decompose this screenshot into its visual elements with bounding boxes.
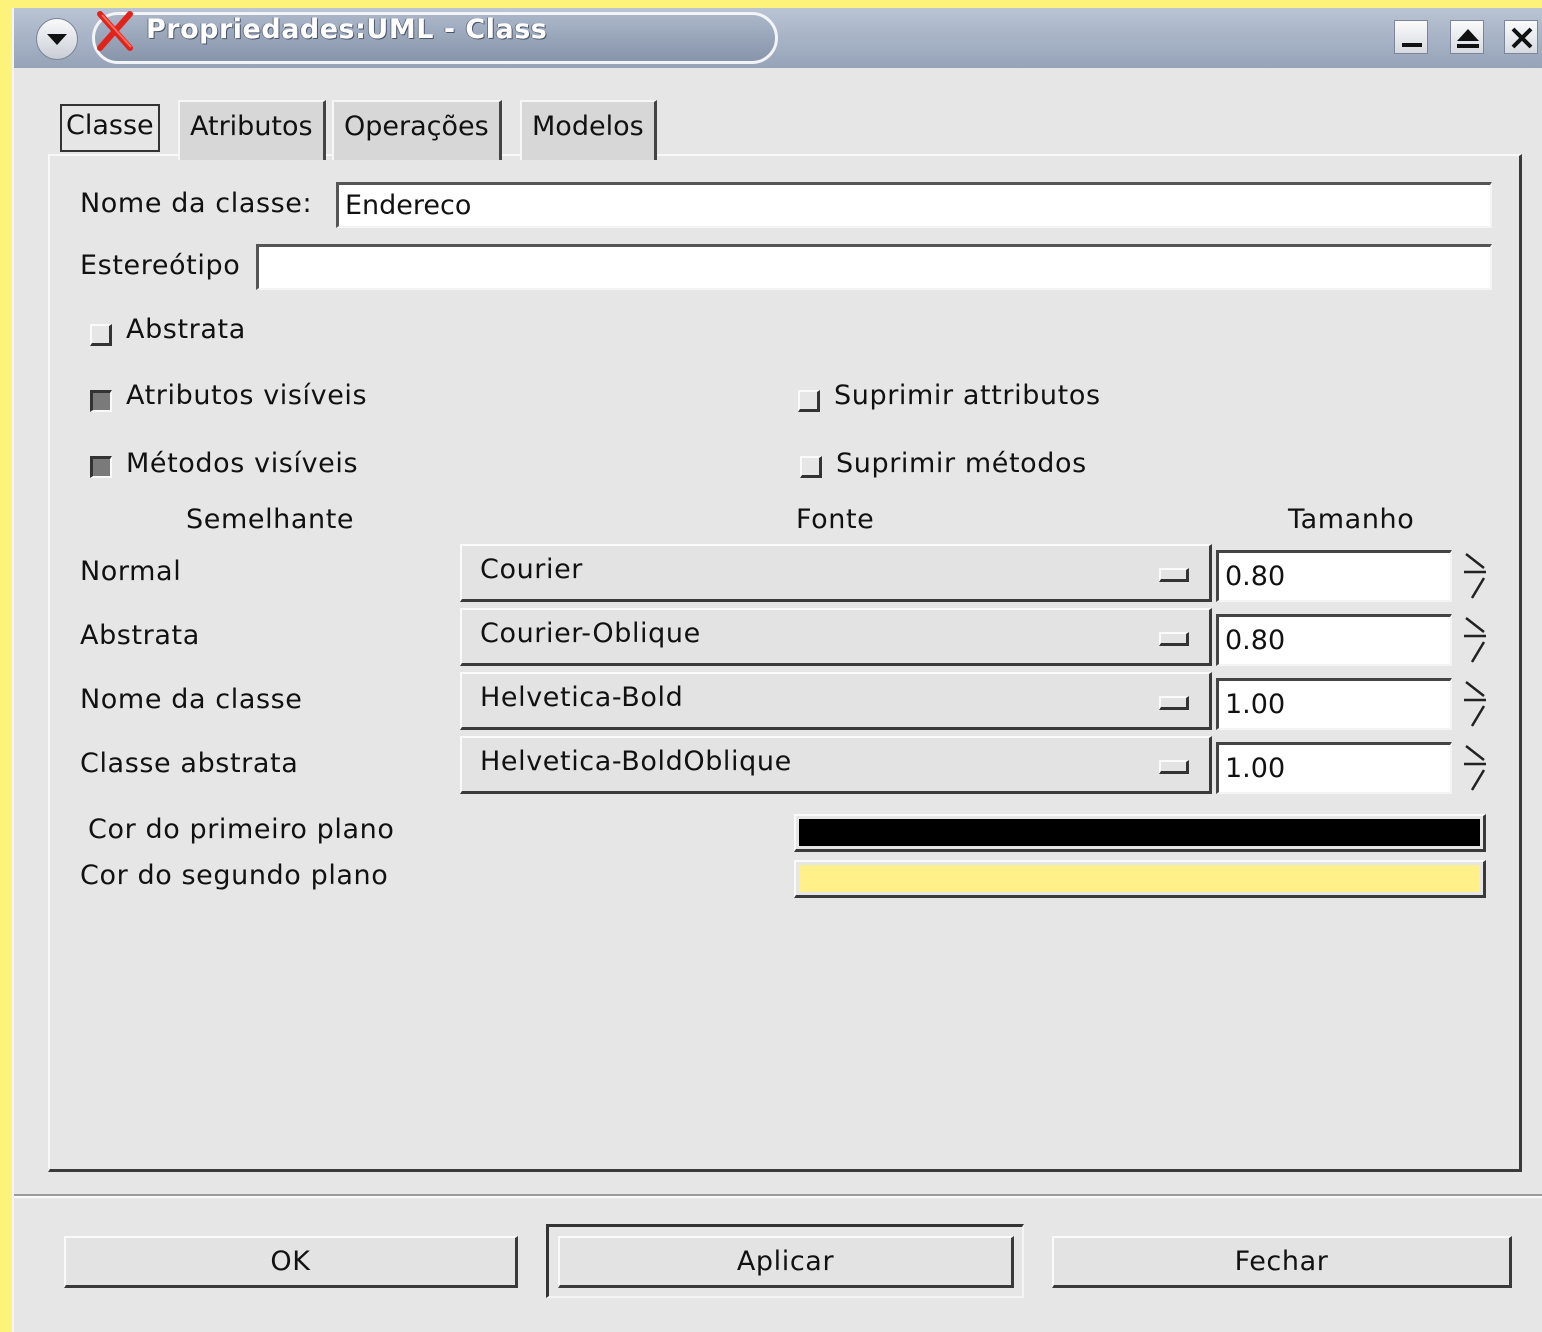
class-name-label: Nome da classe: — [80, 188, 313, 219]
background-color-swatch — [799, 865, 1480, 892]
spin-arrows-icon[interactable] — [1458, 550, 1492, 602]
font-size-input[interactable] — [1216, 550, 1452, 602]
font-row-label: Nome da classe — [80, 684, 303, 715]
suppress-attributes-checkbox[interactable] — [798, 390, 820, 412]
abstract-label: Abstrata — [126, 314, 246, 345]
font-row-label: Classe abstrata — [80, 748, 299, 779]
title-bar[interactable]: Propriedades:UML - Class — [14, 8, 1542, 68]
class-name-input[interactable] — [336, 182, 1492, 228]
font-select[interactable]: Courier-Oblique — [460, 608, 1212, 666]
separator — [14, 1194, 1542, 1198]
methods-visible-checkbox[interactable] — [90, 456, 112, 478]
maximize-icon[interactable] — [1450, 20, 1484, 54]
dropdown-indicator-icon — [1159, 696, 1189, 710]
font-select-value: Courier — [480, 554, 583, 585]
tab-atributos[interactable]: Atributos — [178, 100, 326, 160]
background-color-button[interactable] — [794, 860, 1486, 898]
abstract-checkbox[interactable] — [90, 324, 112, 346]
close-button[interactable]: Fechar — [1052, 1236, 1512, 1288]
ok-button[interactable]: OK — [64, 1236, 518, 1288]
foreground-color-swatch — [799, 819, 1480, 846]
tab-modelos[interactable]: Modelos — [520, 100, 657, 160]
suppress-attributes-label: Suprimir attributos — [834, 380, 1101, 411]
font-size-input[interactable] — [1216, 614, 1452, 666]
font-select-value: Courier-Oblique — [480, 618, 701, 649]
spin-arrows-icon[interactable] — [1458, 614, 1492, 666]
spin-arrows-icon[interactable] — [1458, 742, 1492, 794]
foreground-color-label: Cor do primeiro plano — [88, 814, 395, 845]
suppress-methods-checkbox[interactable] — [800, 456, 822, 478]
minimize-icon[interactable] — [1394, 20, 1428, 54]
window-menu-icon[interactable] — [36, 18, 78, 60]
app-x-icon — [97, 11, 133, 51]
dropdown-indicator-icon — [1159, 632, 1189, 646]
size-header: Tamanho — [1288, 504, 1415, 535]
font-select[interactable]: Helvetica-Bold — [460, 672, 1212, 730]
window-title: Propriedades:UML - Class — [146, 14, 548, 45]
font-row-label: Normal — [80, 556, 182, 587]
properties-window: Propriedades:UML - Class Classe Atributo… — [12, 8, 1542, 1332]
foreground-color-button[interactable] — [794, 814, 1486, 852]
tab-operacoes[interactable]: Operações — [332, 100, 502, 160]
suppress-methods-label: Suprimir métodos — [836, 448, 1087, 479]
spin-arrows-icon[interactable] — [1458, 678, 1492, 730]
background-color-label: Cor do segundo plano — [80, 860, 389, 891]
font-header: Fonte — [796, 504, 875, 535]
font-select[interactable]: Courier — [460, 544, 1212, 602]
attributes-visible-checkbox[interactable] — [90, 390, 112, 412]
close-icon[interactable] — [1504, 20, 1538, 54]
font-row-label: Abstrata — [80, 620, 200, 651]
font-select-value: Helvetica-BoldOblique — [480, 746, 792, 777]
tab-classe[interactable]: Classe — [60, 104, 160, 152]
font-select[interactable]: Helvetica-BoldOblique — [460, 736, 1212, 794]
dropdown-indicator-icon — [1159, 568, 1189, 582]
font-select-value: Helvetica-Bold — [480, 682, 684, 713]
look-header: Semelhante — [186, 504, 355, 535]
attributes-visible-label: Atributos visíveis — [126, 380, 368, 411]
methods-visible-label: Métodos visíveis — [126, 448, 359, 479]
stereotype-label: Estereótipo — [80, 250, 241, 281]
font-size-input[interactable] — [1216, 678, 1452, 730]
dropdown-indicator-icon — [1159, 760, 1189, 774]
apply-button[interactable]: Aplicar — [558, 1236, 1014, 1288]
font-size-input[interactable] — [1216, 742, 1452, 794]
stereotype-input[interactable] — [256, 244, 1492, 290]
